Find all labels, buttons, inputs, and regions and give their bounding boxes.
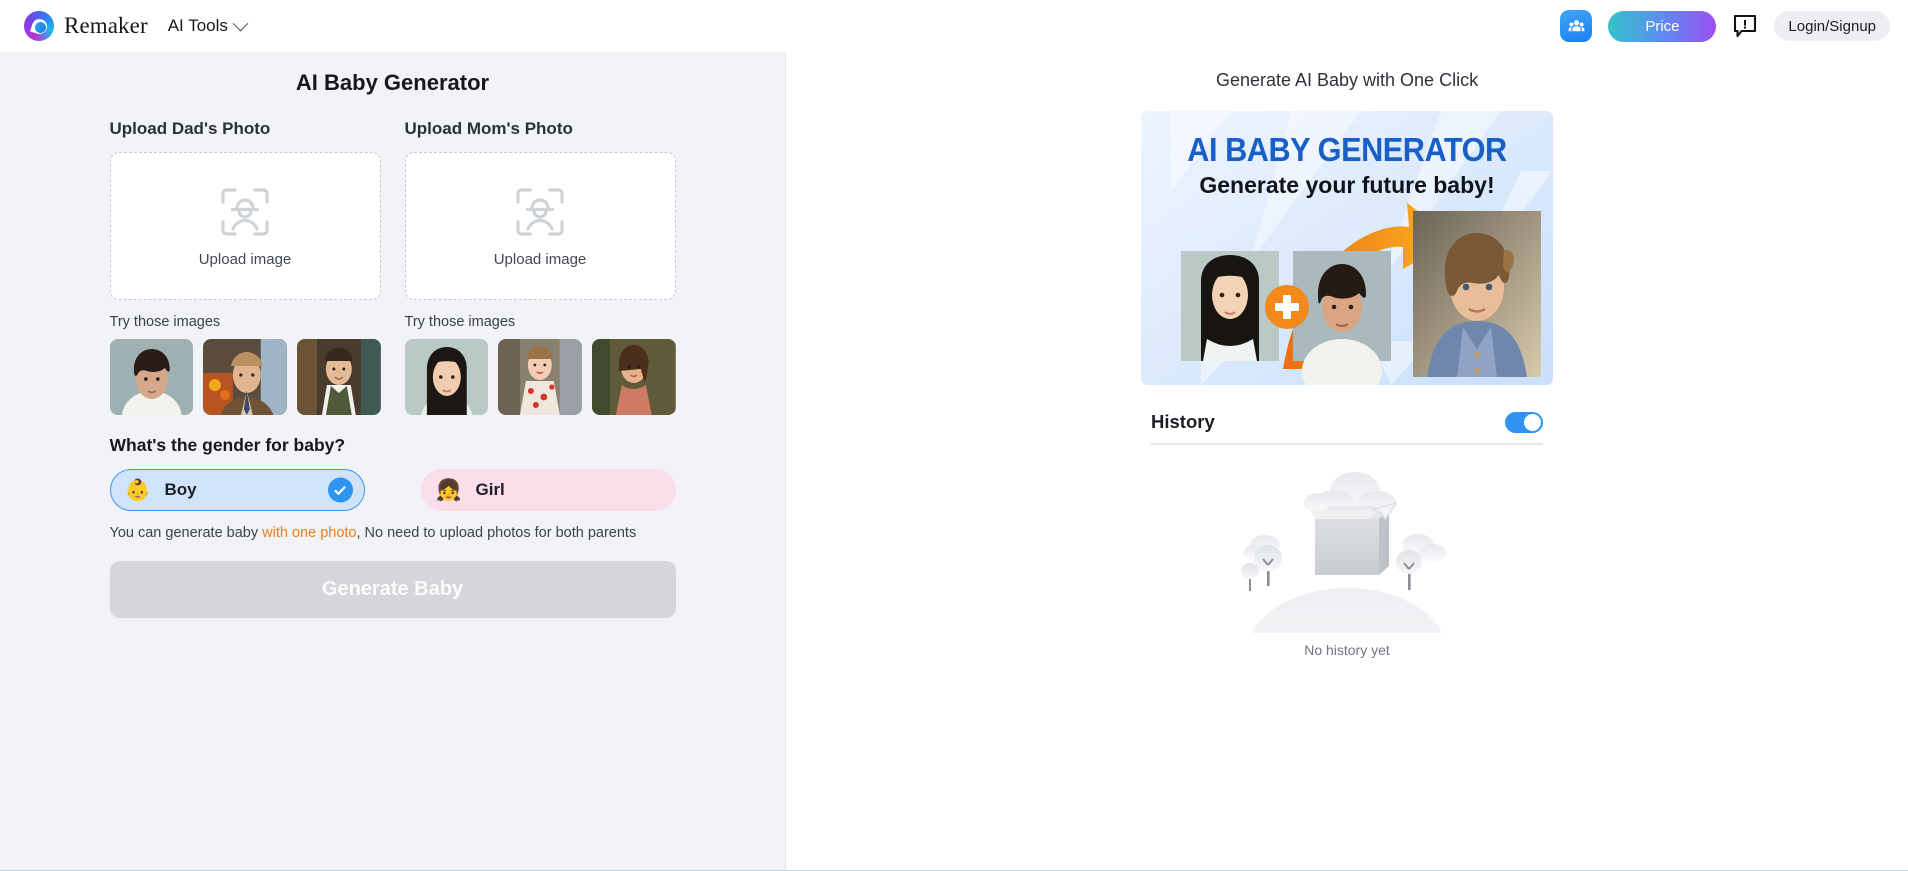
feedback-exclamation-icon[interactable] <box>1732 13 1758 39</box>
mom-upload-label: Upload Mom's Photo <box>405 119 676 139</box>
price-button[interactable]: Price <box>1608 11 1716 42</box>
remaker-logo-icon <box>24 11 54 41</box>
generate-baby-button[interactable]: Generate Baby <box>110 561 676 618</box>
history-title: History <box>1151 411 1215 433</box>
login-signup-button[interactable]: Login/Signup <box>1774 11 1890 41</box>
mom-sample-thumbs <box>405 339 676 415</box>
gender-option-boy[interactable]: 👶 Boy <box>110 469 365 511</box>
generator-form: Upload Dad's Photo <box>110 119 676 618</box>
gender-options: 👶 Boy 👧 Girl <box>110 469 676 511</box>
history-empty-text: No history yet <box>1151 642 1543 658</box>
dad-sample-thumb-3[interactable] <box>297 339 381 415</box>
history-header: History <box>1151 411 1543 445</box>
dad-dropzone-text: Upload image <box>199 251 292 268</box>
page-body: AI Baby Generator Upload Dad's Photo <box>0 52 1908 871</box>
history-empty-state: No history yet <box>1151 445 1543 658</box>
page-title: AI Baby Generator <box>0 70 785 96</box>
dad-sample-thumbs <box>110 339 381 415</box>
gender-option-girl-label: Girl <box>476 480 505 500</box>
preview-panel: Generate AI Baby with One Click <box>786 52 1908 871</box>
dad-sample-thumb-1[interactable] <box>110 339 194 415</box>
dad-upload-column: Upload Dad's Photo <box>110 119 381 415</box>
mom-try-label: Try those images <box>405 314 676 330</box>
check-icon <box>328 478 353 503</box>
mom-dropzone-text: Upload image <box>494 251 587 268</box>
promo-headline: AI BABY GENERATOR <box>1187 131 1507 168</box>
mom-sample-thumb-2[interactable] <box>498 339 582 415</box>
baby-girl-emoji-icon: 👧 <box>436 480 466 501</box>
gender-option-boy-label: Boy <box>165 480 197 500</box>
history-section: History <box>1151 411 1543 658</box>
generator-panel: AI Baby Generator Upload Dad's Photo <box>0 52 786 871</box>
mom-upload-column: Upload Mom's Photo <box>405 119 676 415</box>
nav-ai-tools-label: AI Tools <box>168 16 228 36</box>
promo-baby-photo <box>1413 211 1541 377</box>
gender-question: What's the gender for baby? <box>110 435 676 456</box>
mom-dropzone[interactable]: Upload image <box>405 152 676 300</box>
dad-try-label: Try those images <box>110 314 381 330</box>
upload-row: Upload Dad's Photo <box>110 119 676 415</box>
one-photo-hint: You can generate baby with one photo, No… <box>110 524 650 544</box>
dad-sample-thumb-2[interactable] <box>203 339 287 415</box>
face-scan-icon <box>218 185 272 244</box>
nav-ai-tools[interactable]: AI Tools <box>168 16 246 36</box>
chevron-down-icon <box>233 15 249 31</box>
mom-sample-thumb-1[interactable] <box>405 339 489 415</box>
hint-prefix: You can generate baby <box>110 525 263 541</box>
dad-upload-label: Upload Dad's Photo <box>110 119 381 139</box>
preview-panel-title: Generate AI Baby with One Click <box>786 70 1908 91</box>
hint-suffix: , No need to upload photos for both pare… <box>356 525 636 541</box>
header-actions: Price Login/Signup <box>1560 10 1890 42</box>
promo-banner: AI BABY GENERATOR Generate your future b… <box>1141 111 1553 385</box>
empty-box-illustration <box>1222 620 1472 637</box>
face-scan-icon <box>513 185 567 244</box>
promo-subhead: Generate your future baby! <box>1199 172 1494 198</box>
promo-mom-photo <box>1181 251 1279 361</box>
baby-boy-emoji-icon: 👶 <box>125 480 155 501</box>
dad-dropzone[interactable]: Upload image <box>110 152 381 300</box>
app-header: Remaker AI Tools Price Login/Signup <box>0 0 1908 52</box>
mom-sample-thumb-3[interactable] <box>592 339 676 415</box>
brand-name: Remaker <box>64 13 148 39</box>
history-toggle[interactable] <box>1505 412 1543 433</box>
group-users-icon[interactable] <box>1560 10 1592 42</box>
promo-banner-art: AI BABY GENERATOR Generate your future b… <box>1141 111 1553 385</box>
promo-dad-photo <box>1293 251 1391 385</box>
brand[interactable]: Remaker <box>24 11 148 41</box>
gender-option-girl[interactable]: 👧 Girl <box>421 469 676 511</box>
hint-link[interactable]: with one photo <box>262 525 356 541</box>
